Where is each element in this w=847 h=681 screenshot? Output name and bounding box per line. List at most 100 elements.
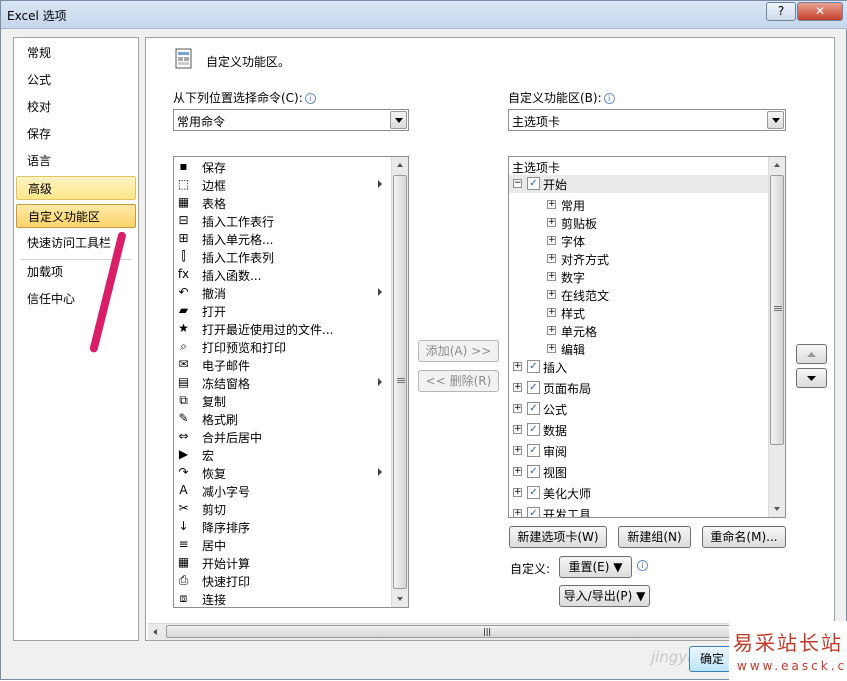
expand-icon[interactable]: + <box>513 446 522 455</box>
list-item[interactable]: ▦ 开始计算 <box>174 554 392 572</box>
list-item[interactable]: ⬚ 边框 <box>174 176 392 194</box>
import-export-button[interactable]: 导入/导出(P) ▼ <box>559 585 650 607</box>
scroll-up-icon[interactable] <box>392 157 408 173</box>
move-down-button[interactable] <box>796 368 827 388</box>
scroll-left-icon[interactable] <box>148 624 164 640</box>
choose-commands-dropdown[interactable]: 常用命令 <box>173 109 409 131</box>
expand-icon[interactable]: + <box>547 236 556 245</box>
tab-checkbox[interactable]: ✓ <box>527 177 540 190</box>
tree-tab-item[interactable]: + ✓ 插入 <box>509 358 769 376</box>
scroll-down-icon[interactable] <box>769 501 785 517</box>
new-group-button[interactable]: 新建组(N) <box>618 526 691 548</box>
remove-button[interactable]: << 删除(R) <box>418 370 499 392</box>
tab-checkbox[interactable]: ✓ <box>527 444 540 457</box>
list-item-label: 宏 <box>202 449 215 463</box>
list-item[interactable]: ⧉ 复制 <box>174 392 392 410</box>
expand-icon[interactable]: + <box>547 326 556 335</box>
list-item[interactable]: ⎙ 快速打印 <box>174 572 392 590</box>
scroll-thumb[interactable] <box>770 175 784 445</box>
expand-icon[interactable]: + <box>547 254 556 263</box>
sidebar-item-proofing[interactable]: 校对 <box>16 95 136 119</box>
list-item[interactable]: ✉ 电子邮件 <box>174 356 392 374</box>
expand-icon[interactable]: + <box>547 272 556 281</box>
ribbon-tree[interactable]: 主选项卡 − ✓ 开始 + 常用 + 剪贴板 + 字体 + 对齐方式 + 数字 + 在线范文 + 样式 + 单元格 +… <box>508 156 786 518</box>
list-item[interactable]: ⧈ 连接 <box>174 590 392 607</box>
tree-tab-item[interactable]: + ✓ 公式 <box>509 400 769 418</box>
list-item[interactable]: ⊞ 插入单元格... <box>174 230 392 248</box>
list-item[interactable]: ↓ 降序排序 <box>174 518 392 536</box>
commands-list[interactable]: ▪ 保存 ⬚ 边框 ▦ 表格 ⊟ 插入工作表行 ⊞ 插入单元格... ⫿ 插入工作表列 fx 插入函数..… <box>173 156 409 608</box>
list-item[interactable]: ★ 打开最近使用过的文件... <box>174 320 392 338</box>
list-item[interactable]: ▪ 保存 <box>174 158 392 176</box>
close-button[interactable]: ✕ <box>797 2 843 21</box>
tree-tab-item[interactable]: + ✓ 视图 <box>509 463 769 481</box>
new-tab-button[interactable]: 新建选项卡(W) <box>509 526 607 548</box>
expand-icon[interactable]: + <box>547 344 556 353</box>
list-item[interactable]: ▶ 宏 <box>174 446 392 464</box>
list-item[interactable]: ✂ 剪切 <box>174 500 392 518</box>
list-item[interactable]: ⇔ 合并后居中 <box>174 428 392 446</box>
expand-icon[interactable]: + <box>547 308 556 317</box>
list-item[interactable]: A 减小字号 <box>174 482 392 500</box>
list-item[interactable]: ≡ 居中 <box>174 536 392 554</box>
tree-scrollbar[interactable] <box>768 157 785 517</box>
list-item[interactable]: ▰ 打开 <box>174 302 392 320</box>
sidebar-item-advanced[interactable]: 高级 <box>16 176 136 200</box>
sidebar-item-save[interactable]: 保存 <box>16 122 136 146</box>
expand-icon[interactable]: + <box>513 509 522 517</box>
sidebar-item-customize-ribbon[interactable]: 自定义功能区 <box>16 204 136 228</box>
info-icon[interactable]: i <box>304 93 316 104</box>
rename-button[interactable]: 重命名(M)... <box>702 526 786 548</box>
tab-checkbox[interactable]: ✓ <box>527 507 540 517</box>
expand-icon[interactable]: + <box>547 200 556 209</box>
chevron-down-icon[interactable] <box>767 111 784 129</box>
add-button[interactable]: 添加(A) >> <box>418 340 499 362</box>
scroll-down-icon[interactable] <box>392 591 408 607</box>
expand-icon[interactable]: + <box>513 362 522 371</box>
sidebar-item-language[interactable]: 语言 <box>16 149 136 173</box>
list-item[interactable]: ▦ 表格 <box>174 194 392 212</box>
tab-checkbox[interactable]: ✓ <box>527 402 540 415</box>
tab-checkbox[interactable]: ✓ <box>527 486 540 499</box>
chevron-down-icon[interactable] <box>390 111 407 129</box>
expand-icon[interactable]: + <box>513 404 522 413</box>
list-item[interactable]: ⫿ 插入工作表列 <box>174 248 392 266</box>
info-icon[interactable]: i <box>603 93 615 104</box>
expand-icon[interactable]: + <box>513 383 522 392</box>
list-item[interactable]: ↷ 恢复 <box>174 464 392 482</box>
tab-checkbox[interactable]: ✓ <box>527 465 540 478</box>
scroll-thumb[interactable]: ||| <box>166 625 812 638</box>
expand-icon[interactable]: + <box>547 218 556 227</box>
reset-button[interactable]: 重置(E) ▼ <box>559 556 632 578</box>
list-item[interactable]: ⌕ 打印预览和打印 <box>174 338 392 356</box>
expand-icon[interactable]: + <box>513 467 522 476</box>
scroll-thumb[interactable] <box>393 175 407 589</box>
scroll-up-icon[interactable] <box>769 157 785 173</box>
list-item[interactable]: fx 插入函数... <box>174 266 392 284</box>
ribbon-tabs-dropdown[interactable]: 主选项卡 <box>508 109 786 131</box>
tab-checkbox[interactable]: ✓ <box>527 381 540 394</box>
tree-tab-item[interactable]: + ✓ 审阅 <box>509 442 769 460</box>
sidebar-item-general[interactable]: 常规 <box>16 41 136 65</box>
list-item[interactable]: ⊟ 插入工作表行 <box>174 212 392 230</box>
tree-tab-item[interactable]: + ✓ 开发工具 <box>509 505 769 517</box>
list-item[interactable]: ↶ 撤消 <box>174 284 392 302</box>
list-item[interactable]: ▤ 冻结窗格 <box>174 374 392 392</box>
sidebar-item-trust-center[interactable]: 信任中心 <box>16 287 136 311</box>
tab-checkbox[interactable]: ✓ <box>527 423 540 436</box>
tree-tab-item[interactable]: − ✓ 开始 <box>509 175 769 193</box>
tree-tab-item[interactable]: + ✓ 页面布局 <box>509 379 769 397</box>
sidebar-item-formulas[interactable]: 公式 <box>16 68 136 92</box>
move-up-button[interactable] <box>796 344 827 364</box>
info-icon[interactable]: i <box>637 560 648 571</box>
expand-icon[interactable]: + <box>513 425 522 434</box>
tab-checkbox[interactable]: ✓ <box>527 360 540 373</box>
tree-tab-item[interactable]: + ✓ 数据 <box>509 421 769 439</box>
tree-tab-item[interactable]: + ✓ 美化大师 <box>509 484 769 502</box>
commands-scrollbar[interactable] <box>391 157 408 607</box>
collapse-icon[interactable]: − <box>513 179 522 188</box>
expand-icon[interactable]: + <box>547 290 556 299</box>
list-item[interactable]: ✎ 格式刷 <box>174 410 392 428</box>
expand-icon[interactable]: + <box>513 488 522 497</box>
help-button[interactable]: ? <box>766 2 796 21</box>
